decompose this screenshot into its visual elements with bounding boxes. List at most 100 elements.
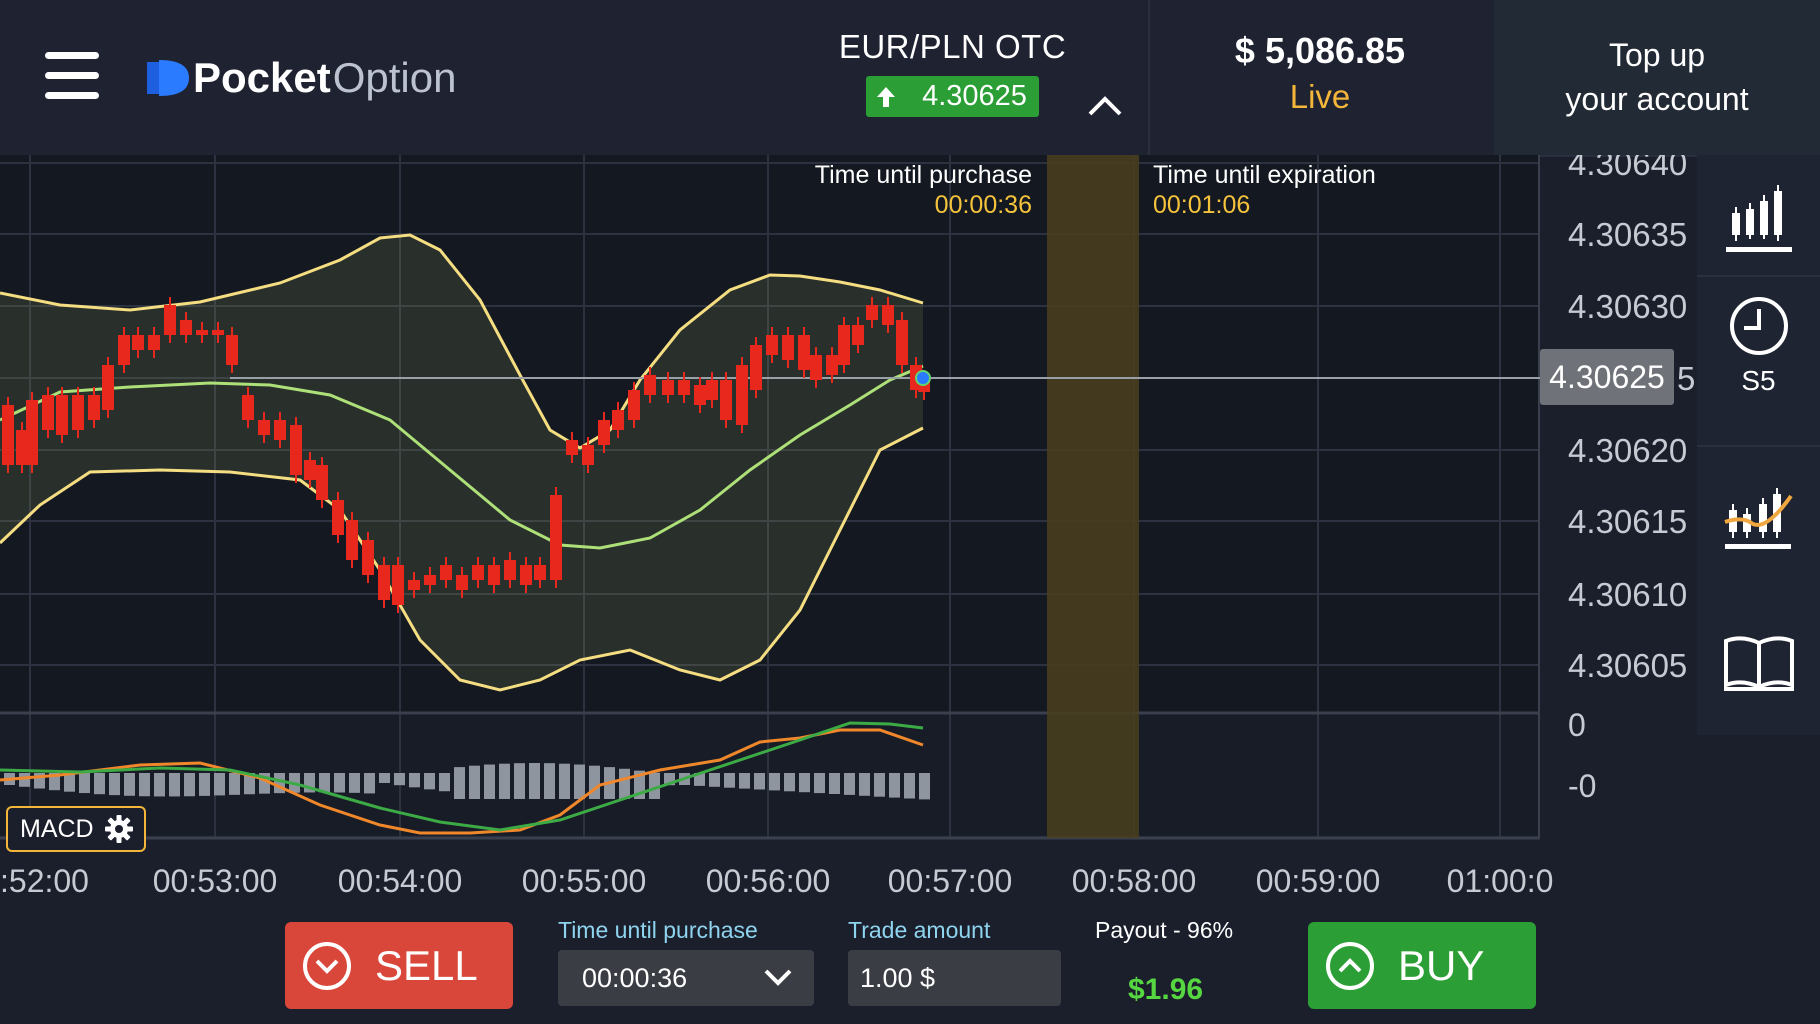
candle-body (488, 565, 500, 585)
candle-body (242, 395, 254, 420)
balance-panel[interactable]: $ 5,086.85 Live (1150, 30, 1490, 116)
clock-icon (1729, 297, 1788, 355)
macd-histogram-bar (784, 773, 795, 792)
trade-amount-value: 1.00 $ (860, 962, 936, 993)
candle-body (810, 355, 822, 380)
asset-selector[interactable]: EUR/PLN OTC 4.30625 (800, 28, 1105, 117)
trade-panel: SELL Time until purchase 00:00:36 Trade … (0, 905, 1820, 1024)
macd-histogram-bar (709, 773, 720, 787)
macd-histogram-bar (334, 773, 345, 793)
macd-histogram-bar (169, 773, 180, 797)
macd-histogram-bar (619, 768, 630, 799)
timeframe-button[interactable]: S5 (1697, 295, 1820, 397)
time-select[interactable]: 00:00:36 (558, 950, 814, 1006)
price-chart[interactable]: 4.30640 4.30635 4.30630 5 4.30620 4.30615 4.30… (0, 155, 1820, 905)
macd-histogram-bar (844, 773, 855, 795)
candle-body (766, 335, 778, 355)
candle-body (612, 410, 624, 430)
macd-histogram-bar (199, 773, 210, 796)
time-tick-label: 00:55:00 (522, 863, 647, 899)
asset-name[interactable]: EUR/PLN OTC (800, 28, 1105, 66)
current-price-marker (915, 370, 931, 386)
candle-body (378, 565, 390, 600)
candle-body (212, 330, 224, 335)
candle-body (598, 420, 610, 445)
candle-body (644, 375, 656, 395)
macd-histogram-bar (379, 773, 390, 783)
candle-body (392, 565, 404, 605)
trade-amount-input[interactable]: 1.00 $ (848, 950, 1061, 1006)
sell-button[interactable]: SELL (285, 922, 513, 1009)
candle-body (826, 355, 838, 375)
macd-histogram-bar (904, 773, 915, 799)
indicators-button[interactable] (1697, 480, 1820, 552)
price-axis: 4.30640 4.30635 4.30630 5 4.30620 4.30615 4.30… (1568, 155, 1695, 804)
time-tick-label: 01:00:0 (1447, 863, 1554, 899)
time-until-purchase-label: Time until purchase (814, 161, 1032, 189)
indicators-icon (1723, 488, 1793, 549)
candle-body (472, 565, 484, 580)
logo[interactable]: PocketOption (143, 48, 456, 108)
macd-histogram-bar (919, 773, 930, 800)
time-tick-label: 00:59:00 (1256, 863, 1381, 899)
account-mode: Live (1289, 78, 1351, 115)
macd-histogram-bar (454, 767, 465, 799)
macd-histogram-bar (739, 773, 750, 789)
timeframe-label: S5 (1741, 365, 1776, 396)
candle-body (838, 325, 850, 365)
macd-histogram-bar (499, 763, 510, 799)
candle-body (798, 335, 810, 370)
candle-body (896, 320, 908, 365)
macd-histogram-bar (154, 773, 165, 797)
time-axis: :52:00 00:53:00 00:54:00 00:55:00 00:56:00 00… (0, 863, 1553, 899)
guide-button[interactable] (1697, 633, 1820, 695)
buy-button[interactable]: BUY (1308, 922, 1536, 1009)
macd-histogram-bar (214, 773, 225, 796)
price-tick-label: 4.30640 (1568, 155, 1687, 182)
time-tick-label: :52:00 (0, 863, 89, 899)
header: PocketOption EUR/PLN OTC 4.30625 $ 5,086… (0, 0, 1820, 157)
macd-histogram-bar (124, 773, 135, 796)
macd-histogram-bar (559, 763, 570, 799)
macd-histogram-bar (814, 773, 825, 794)
candle-body (180, 320, 192, 335)
expiration-zone (1047, 155, 1139, 838)
candle-body (408, 580, 420, 590)
top-up-button[interactable]: Top up your account (1494, 0, 1820, 155)
price-tick-label: 4.30610 (1568, 576, 1687, 613)
macd-histogram-bar (754, 773, 765, 790)
candle-body (42, 395, 54, 430)
candle-body (424, 575, 436, 585)
candle-body (56, 395, 68, 435)
candle-body (72, 395, 84, 430)
candle-body (882, 305, 894, 325)
macd-histogram-bar (544, 763, 555, 799)
candle-body (88, 395, 100, 420)
chevron-up-icon[interactable] (1085, 90, 1125, 120)
candle-body (456, 575, 468, 590)
candle-body (720, 380, 732, 420)
asset-price: 4.30625 (922, 80, 1027, 112)
asset-price-badge: 4.30625 (866, 76, 1039, 117)
price-tick-label: 4.30615 (1568, 503, 1687, 540)
macd-histogram-bar (529, 763, 540, 799)
candle-body (362, 540, 374, 575)
candle-body (440, 565, 452, 580)
macd-tick-label: 0 (1568, 707, 1586, 743)
arrow-up-icon (877, 86, 896, 107)
candle-body (164, 305, 176, 335)
gear-icon[interactable] (104, 814, 134, 844)
chart-type-button[interactable] (1697, 183, 1820, 255)
payout-label: Payout - 96% (1095, 917, 1234, 943)
trade-amount-label: Trade amount (848, 917, 991, 943)
time-until-expiration-value: 00:01:06 (1153, 191, 1251, 219)
candle-body (750, 345, 762, 390)
macd-histogram-bar (424, 773, 435, 790)
macd-histogram-bar (724, 773, 735, 788)
macd-histogram-bar (769, 773, 780, 791)
price-tick-label: 4.30620 (1568, 432, 1687, 469)
macd-indicator-chip[interactable]: MACD (6, 806, 146, 852)
menu-icon[interactable] (45, 52, 99, 100)
macd-tick-label: -0 (1568, 768, 1596, 804)
candle-body (550, 495, 562, 580)
